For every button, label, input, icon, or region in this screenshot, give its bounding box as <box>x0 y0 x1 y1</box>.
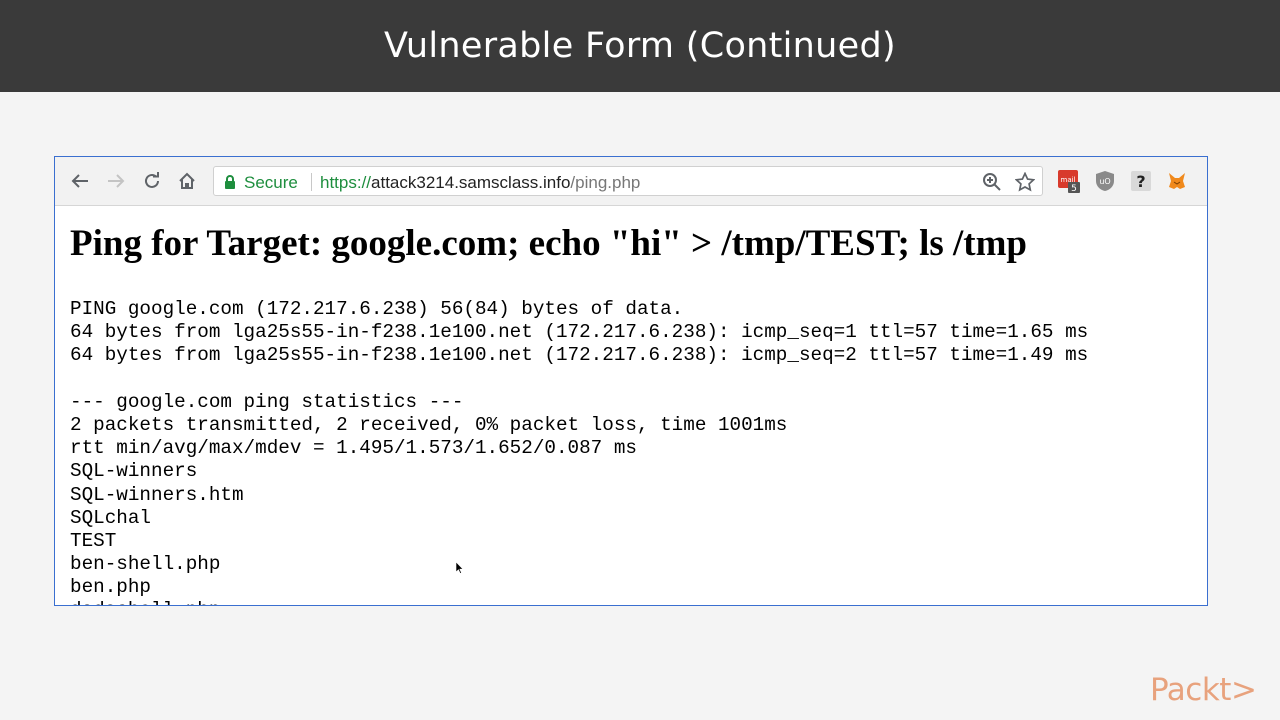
page-heading: Ping for Target: google.com; echo "hi" >… <box>70 223 1027 264</box>
output-line: rtt min/avg/max/mdev = 1.495/1.573/1.652… <box>70 437 637 460</box>
forward-icon[interactable] <box>106 171 126 191</box>
home-icon[interactable] <box>177 171 197 191</box>
svg-text:?: ? <box>1136 172 1145 191</box>
output-line: 64 bytes from lga25s55-in-f238.1e100.net… <box>70 344 1089 367</box>
bookmark-star-icon[interactable] <box>1014 171 1036 192</box>
output-line: SQL-winners <box>70 460 198 483</box>
help-extension-icon[interactable]: ? <box>1130 170 1152 192</box>
url-text[interactable]: https://attack3214.samsclass.info/ping.p… <box>320 173 640 193</box>
mouse-cursor-icon <box>455 561 464 579</box>
output-line: PING google.com (172.217.6.238) 56(84) b… <box>70 298 684 320</box>
back-icon[interactable] <box>70 171 90 191</box>
secure-label: Secure <box>244 173 298 192</box>
output-line: SQL-winners.htm <box>70 483 244 506</box>
output-line: TEST <box>70 529 117 552</box>
mail-extension-icon[interactable]: mail 5 <box>1058 170 1080 194</box>
browser-window: Secure https://attack3214.samsclass.info… <box>54 156 1208 606</box>
reload-icon[interactable] <box>142 171 162 191</box>
output-line: --- google.com ping statistics --- <box>70 390 464 413</box>
mail-badge-count: 5 <box>1071 184 1077 194</box>
output-line: dadashell.php <box>70 599 1088 605</box>
url-host: attack3214.samsclass.info <box>371 173 571 192</box>
ping-output: PING google.com (172.217.6.238) 56(84) b… <box>70 298 1089 605</box>
output-line: SQLchal <box>70 506 151 529</box>
ublock-icon[interactable]: uO <box>1094 170 1116 192</box>
packt-logo: Packt> <box>1150 672 1257 708</box>
zoom-icon[interactable] <box>982 172 1002 192</box>
output-line: ben.php <box>70 576 151 599</box>
url-path: /ping.php <box>570 173 641 192</box>
url-scheme: https:// <box>320 173 372 192</box>
page-content: Ping for Target: google.com; echo "hi" >… <box>55 206 1207 605</box>
slide-title-bar: Vulnerable Form (Continued) <box>0 0 1280 92</box>
slide-title: Vulnerable Form (Continued) <box>384 26 896 66</box>
lock-icon <box>224 175 236 194</box>
svg-text:uO: uO <box>1099 177 1110 186</box>
address-bar[interactable]: Secure https://attack3214.samsclass.info… <box>213 166 1043 196</box>
metamask-icon[interactable] <box>1166 170 1188 192</box>
output-line: 64 bytes from lga25s55-in-f238.1e100.net… <box>70 321 1089 344</box>
output-line: 2 packets transmitted, 2 received, 0% pa… <box>70 413 788 436</box>
omnibox-divider <box>311 173 312 191</box>
browser-toolbar: Secure https://attack3214.samsclass.info… <box>55 157 1207 206</box>
output-line: ben-shell.php <box>70 553 221 576</box>
